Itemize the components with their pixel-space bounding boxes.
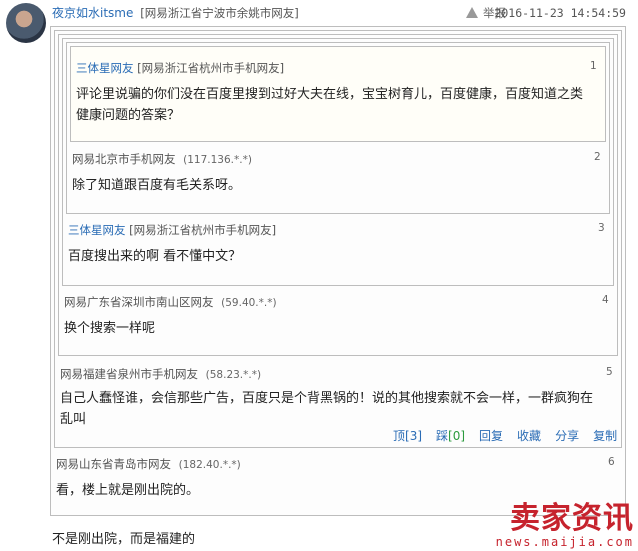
post-header: 夜京如水itsme [网易浙江省宁波市余姚市网友] 举报 2016-11-23 … — [52, 4, 626, 22]
user-location: [网易浙江省宁波市余姚市网友] — [140, 6, 299, 20]
up-vote-label: 顶 — [393, 429, 406, 443]
reply-button[interactable]: 回复 — [479, 429, 503, 443]
share-button[interactable]: 分享 — [555, 429, 579, 443]
watermark-title: 卖家资讯 — [510, 501, 634, 536]
watermark-logo: 卖家资讯 news.maijia.com — [495, 501, 634, 550]
floor-5-user: 网易福建省泉州市手机网友 — [60, 367, 198, 381]
favorite-button[interactable]: 收藏 — [517, 429, 541, 443]
post-body: 不是刚出院，而是福建的 — [52, 532, 196, 547]
floor-5-text: 自己人蠢怪谁，会信那些广告，百度只是个背黑锅的！说的其他搜索就不会一样，一群疯狗… — [60, 388, 593, 430]
floor-1-header: 三体星网友 [网易浙江省杭州市手机网友] — [76, 60, 284, 76]
floor-1-user[interactable]: 三体星网友 — [76, 61, 134, 75]
watermark-url: news.maijia.com — [495, 535, 634, 549]
floor-3-header: 三体星网友 [网易浙江省杭州市手机网友] — [68, 222, 276, 238]
floor-6-number: 6 — [608, 456, 615, 468]
avatar[interactable] — [6, 3, 46, 43]
floor-2-ip: (117.136.*.*) — [183, 154, 252, 166]
warning-icon — [466, 7, 478, 18]
floor-3-user[interactable]: 三体星网友 — [68, 223, 126, 237]
floor-3-text: 百度搜出来的啊 看不懂中文？ — [68, 249, 242, 264]
floor-2-user: 网易北京市手机网友 — [72, 152, 176, 166]
floor-1-text: 评论里说骗的你们没在百度里搜到过好大夫在线，宝宝树育儿，百度健康，百度知道之类 … — [76, 84, 583, 126]
floor-4-ip: (59.40.*.*) — [221, 297, 277, 309]
floor-6-ip: (182.40.*.*) — [178, 459, 241, 471]
down-vote-label: 踩 — [436, 429, 449, 443]
floor-5-header: 网易福建省泉州市手机网友 (58.23.*.*) — [60, 366, 261, 382]
post-timestamp: 2016-11-23 14:54:59 — [494, 6, 626, 20]
floor-1-line-2: 健康问题的答案？ — [76, 108, 181, 123]
floor-4-user: 网易广东省深圳市南山区网友 — [64, 295, 214, 309]
floor-6-header: 网易山东省青岛市网友 (182.40.*.*) — [56, 456, 241, 472]
floor-6-user: 网易山东省青岛市网友 — [56, 457, 171, 471]
floor-3-number: 3 — [598, 222, 605, 234]
floor-3-location: [网易浙江省杭州市手机网友] — [129, 223, 277, 237]
floor-5-actions: 顶[3] 踩[0] 回复 收藏 分享 复制 — [393, 427, 617, 444]
up-vote-count: [3] — [405, 429, 423, 443]
down-vote-count: [0] — [448, 429, 466, 443]
floor-5-ip: (58.23.*.*) — [205, 369, 262, 381]
copy-button[interactable]: 复制 — [593, 429, 617, 443]
floor-5-number: 5 — [606, 366, 613, 378]
floor-1-line-1: 评论里说骗的你们没在百度里搜到过好大夫在线，宝宝树育儿，百度健康，百度知道之类 — [76, 87, 584, 102]
floor-5-line-1: 自己人蠢怪谁，会信那些广告，百度只是个背黑锅的！说的其他搜索就不会一样，一群疯狗… — [60, 391, 594, 406]
down-vote-button[interactable]: 踩[0] — [436, 429, 465, 443]
floor-6-text: 看，楼上就是刚出院的。 — [56, 483, 200, 498]
floor-2-header: 网易北京市手机网友 (117.136.*.*) — [72, 151, 252, 167]
floor-4-number: 4 — [602, 294, 609, 306]
floor-1-number: 1 — [590, 60, 597, 72]
floor-4-header: 网易广东省深圳市南山区网友 (59.40.*.*) — [64, 294, 277, 310]
up-vote-button[interactable]: 顶[3] — [393, 429, 422, 443]
username-link[interactable]: 夜京如水itsme — [52, 6, 133, 20]
floor-1-location: [网易浙江省杭州市手机网友] — [137, 61, 285, 75]
floor-2-text: 除了知道跟百度有毛关系呀。 — [72, 178, 242, 193]
floor-4-text: 换个搜索一样呢 — [64, 321, 156, 336]
floor-2-number: 2 — [594, 151, 601, 163]
